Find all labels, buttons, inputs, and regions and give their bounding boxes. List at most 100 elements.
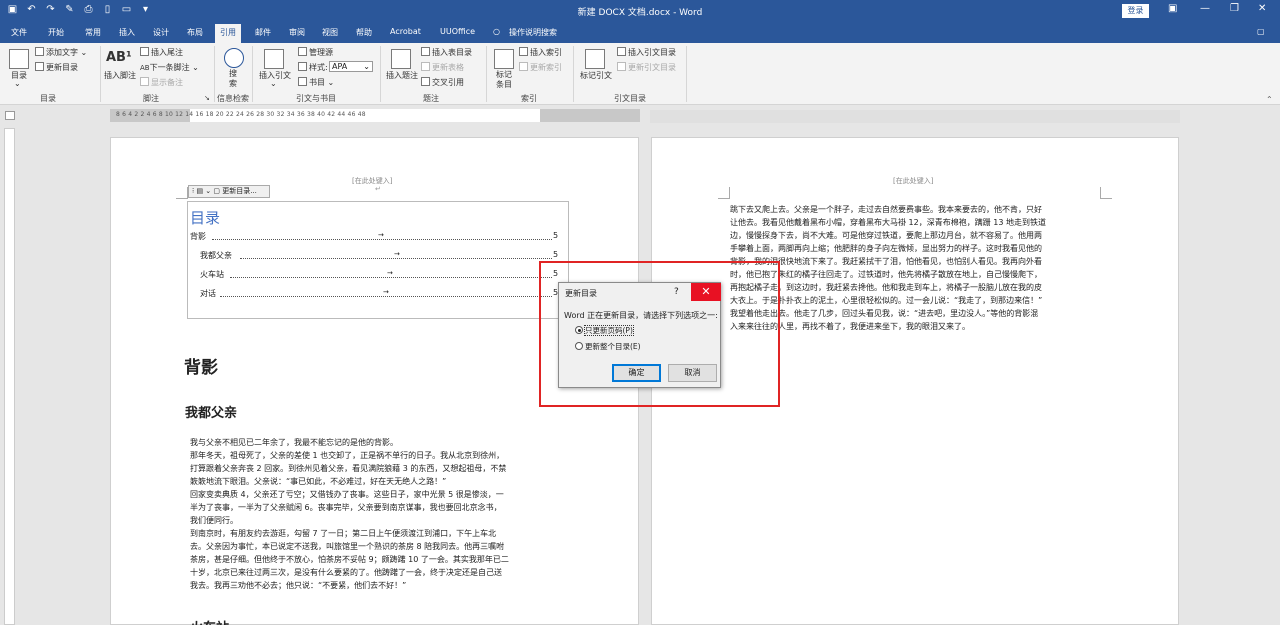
update-index-label: 更新索引 [530, 63, 562, 72]
insert-endnote-button[interactable]: 插入尾注 [140, 47, 183, 58]
tab-layout[interactable]: 布局 [187, 27, 203, 38]
insert-footnote-icon[interactable]: AB¹ [106, 50, 132, 65]
tab-acrobat[interactable]: Acrobat [390, 27, 421, 36]
style-label-text: 样式: [309, 63, 328, 72]
mark-citation-icon[interactable] [585, 49, 605, 69]
search-icon[interactable] [224, 48, 244, 68]
dialog-message: Word 正在更新目录，请选择下列选项之一: [564, 311, 718, 320]
margin-corner [176, 187, 188, 199]
tab-arrow-icon: → [394, 250, 400, 258]
mark-entry-icon[interactable] [494, 49, 514, 69]
horizontal-ruler[interactable]: 8 6 4 2 2 4 6 8 10 12 14 16 18 20 22 24 … [110, 109, 640, 122]
title-bar: ▣ ↶ ↷ ✎ ⎙ ▯ ▭ ▾ 新建 DOCX 文档.docx - Word 登… [0, 0, 1280, 22]
tab-view[interactable]: 视图 [322, 27, 338, 38]
show-notes-button[interactable]: 显示备注 [140, 77, 183, 88]
mark-citation-button[interactable]: 标记引文 [580, 70, 612, 81]
separator [252, 46, 253, 102]
toc-leader [230, 277, 552, 278]
add-text-button[interactable]: 添加文字 ⌄ [35, 47, 87, 58]
insert-table-of-figures-button[interactable]: 插入表目录 [421, 47, 472, 58]
insert-index-button[interactable]: 插入索引 [519, 47, 562, 58]
heading-2: 我都父亲 [185, 406, 238, 421]
insert-caption-icon[interactable] [391, 49, 411, 69]
ok-button[interactable]: 确定 [612, 364, 661, 382]
toc-control-toolbar[interactable]: ⁝ ▤ ⌄ ▢ 更新目录... [188, 185, 270, 198]
mark-entry-button[interactable]: 标记 条目 [496, 70, 512, 90]
update-toa-icon [617, 62, 626, 71]
group-label-authorities: 引文目录 [614, 94, 646, 103]
tab-arrow-icon: → [383, 288, 389, 296]
radio-update-page-numbers[interactable]: 只更新页码(P) [575, 325, 634, 336]
collapse-ribbon-icon[interactable]: ⌃ [1266, 95, 1273, 104]
toc-entry[interactable]: 对话 [200, 288, 216, 299]
tab-insert[interactable]: 插入 [119, 27, 135, 38]
separator [380, 46, 381, 102]
group-label-research: 信息检索 [217, 94, 249, 103]
window-title: 新建 DOCX 文档.docx - Word [577, 8, 703, 18]
update-toc-button[interactable]: 更新目录 [35, 62, 78, 73]
cancel-button[interactable]: 取消 [668, 364, 717, 382]
dialog-launcher-icon[interactable]: ↘ [204, 94, 210, 102]
update-index-icon [519, 62, 528, 71]
close-window-icon[interactable]: ✕ [1258, 3, 1266, 14]
cross-reference-button[interactable]: 交叉引用 [421, 77, 464, 88]
group-label-footnotes: 脚注 [143, 94, 159, 103]
update-toa-button[interactable]: 更新引文目录 [617, 62, 676, 73]
group-label-citations: 引文与书目 [296, 94, 336, 103]
heading-3: 火车站 [190, 617, 229, 625]
group-label-captions: 题注 [423, 94, 439, 103]
help-button[interactable]: ? [674, 287, 679, 297]
insert-toa-icon [617, 47, 626, 56]
header-placeholder[interactable]: [在此处键入] [352, 176, 392, 186]
tab-arrow-icon: → [387, 269, 393, 277]
close-icon[interactable]: ✕ [691, 283, 721, 301]
update-table-button[interactable]: 更新表格 [421, 62, 464, 73]
tab-help[interactable]: 帮助 [356, 27, 372, 38]
toc-entry[interactable]: 背影 [190, 231, 206, 242]
tab-common[interactable]: 常用 [85, 27, 101, 38]
ribbon-display-icon[interactable]: ▣ [1168, 3, 1177, 14]
insert-toa-button[interactable]: 插入引文目录 [617, 47, 676, 58]
toc-entry[interactable]: 火车站 [200, 269, 224, 280]
group-label-toc: 目录 [40, 94, 56, 103]
toc-content-control[interactable] [187, 201, 569, 319]
update-table-icon [421, 62, 430, 71]
update-toc-icon [35, 62, 44, 71]
tab-review[interactable]: 审阅 [289, 27, 305, 38]
toc-icon[interactable] [9, 49, 29, 69]
tab-selector-icon[interactable] [5, 111, 15, 120]
login-button[interactable]: 登录 [1122, 4, 1149, 18]
tab-home[interactable]: 开始 [48, 27, 64, 38]
horizontal-ruler-page2 [650, 110, 1180, 123]
update-index-button[interactable]: 更新索引 [519, 62, 562, 73]
tab-references[interactable]: 引用 [215, 24, 241, 43]
next-footnote-label: 下一条脚注 [149, 63, 190, 72]
insert-caption-button[interactable]: 插入题注 [386, 70, 418, 81]
search-button[interactable]: 搜 索 [229, 69, 237, 89]
next-footnote-button[interactable]: AB下一条脚注 ⌄ [140, 62, 199, 73]
minimize-icon[interactable]: — [1200, 3, 1210, 14]
header-placeholder[interactable]: [在此处键入] [893, 176, 933, 186]
tab-mailings[interactable]: 邮件 [255, 27, 271, 38]
separator [686, 46, 687, 102]
bibliography-button[interactable]: 书目 ⌄ [298, 77, 334, 88]
vertical-ruler[interactable] [4, 128, 15, 625]
tab-uuoffice[interactable]: UUOffice [440, 27, 475, 36]
tell-me-search[interactable]: 操作说明搜索 [509, 27, 557, 38]
separator [214, 46, 215, 102]
tab-file[interactable]: 文件 [11, 27, 27, 38]
show-notes-label: 显示备注 [151, 78, 183, 87]
add-text-label: 添加文字 [46, 48, 78, 57]
insert-footnote-button[interactable]: 插入脚注 [104, 70, 136, 81]
insert-citation-icon[interactable] [264, 49, 284, 69]
comment-icon[interactable]: ▢ [1257, 27, 1265, 36]
margin-corner [718, 187, 730, 199]
tab-design[interactable]: 设计 [153, 27, 169, 38]
lightbulb-icon: ○ [493, 27, 500, 36]
toc-entry[interactable]: 我都父亲 [200, 250, 232, 261]
radio-update-entire-table[interactable]: 更新整个目录(E) [575, 341, 641, 352]
show-notes-icon [140, 77, 149, 86]
citation-style-select[interactable]: APA ⌄ [329, 61, 373, 72]
manage-sources-button[interactable]: 管理源 [298, 47, 333, 58]
maximize-icon[interactable]: ❐ [1230, 3, 1239, 14]
